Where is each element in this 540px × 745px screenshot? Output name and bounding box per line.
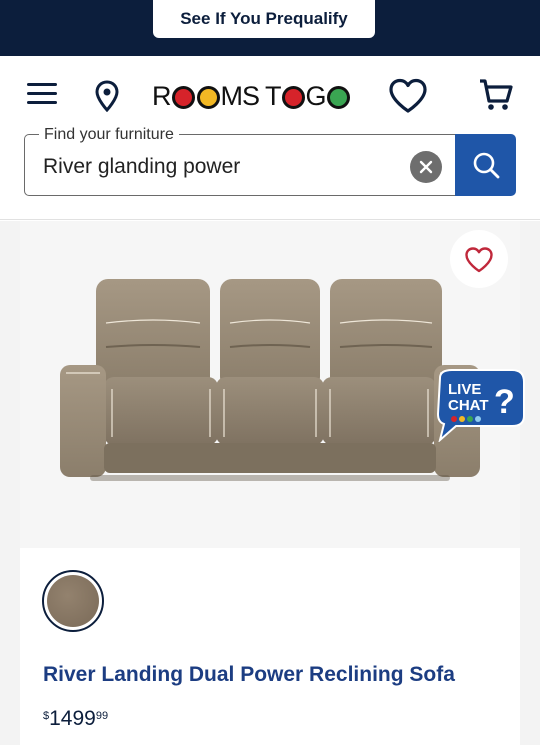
hamburger-menu-icon[interactable] — [27, 83, 57, 107]
prequalify-button[interactable]: See If You Prequalify — [153, 0, 375, 38]
search-icon — [473, 152, 499, 179]
search-button[interactable] — [455, 134, 516, 196]
color-swatch[interactable] — [42, 570, 104, 632]
search-input[interactable]: Find your furniture River glanding power — [24, 126, 456, 196]
favorite-heart-icon — [465, 246, 493, 272]
top-banner: See If You Prequalify — [0, 0, 540, 56]
heart-icon[interactable] — [388, 78, 428, 114]
live-chat-question-glyph: ? — [494, 383, 515, 421]
location-pin-icon[interactable] — [94, 80, 120, 112]
logo-circle-red — [281, 85, 305, 109]
clear-icon[interactable] — [410, 151, 442, 183]
price-dollars: 1499 — [49, 707, 96, 730]
product-price: $149999 — [43, 707, 108, 731]
cart-icon[interactable] — [478, 78, 514, 112]
search-label: Find your furniture — [39, 126, 179, 144]
color-swatch-fill — [47, 575, 99, 627]
price-currency: $ — [43, 710, 50, 722]
sofa-image — [60, 279, 480, 481]
logo-circle-red — [171, 85, 195, 109]
live-chat-line1: LIVE — [448, 381, 481, 398]
logo-text-part3: G — [305, 80, 327, 111]
logo-text-part1: R — [152, 80, 171, 111]
price-cents: 99 — [95, 710, 109, 722]
rooms-to-go-logo[interactable]: R MS T G — [152, 80, 351, 112]
logo-circle-yellow — [196, 85, 220, 109]
logo-circle-green — [326, 85, 350, 109]
live-chat-line2: CHAT — [448, 397, 489, 414]
search-value: River glanding power — [43, 155, 241, 178]
product-card[interactable]: River Landing Dual Power Reclining Sofa … — [20, 221, 520, 745]
product-name[interactable]: River Landing Dual Power Reclining Sofa — [43, 663, 455, 687]
logo-text-part2: MS T — [220, 80, 282, 111]
search-bar: Find your furniture River glanding power — [24, 126, 516, 196]
live-chat-icon[interactable]: LIVE CHAT ? — [432, 368, 526, 442]
